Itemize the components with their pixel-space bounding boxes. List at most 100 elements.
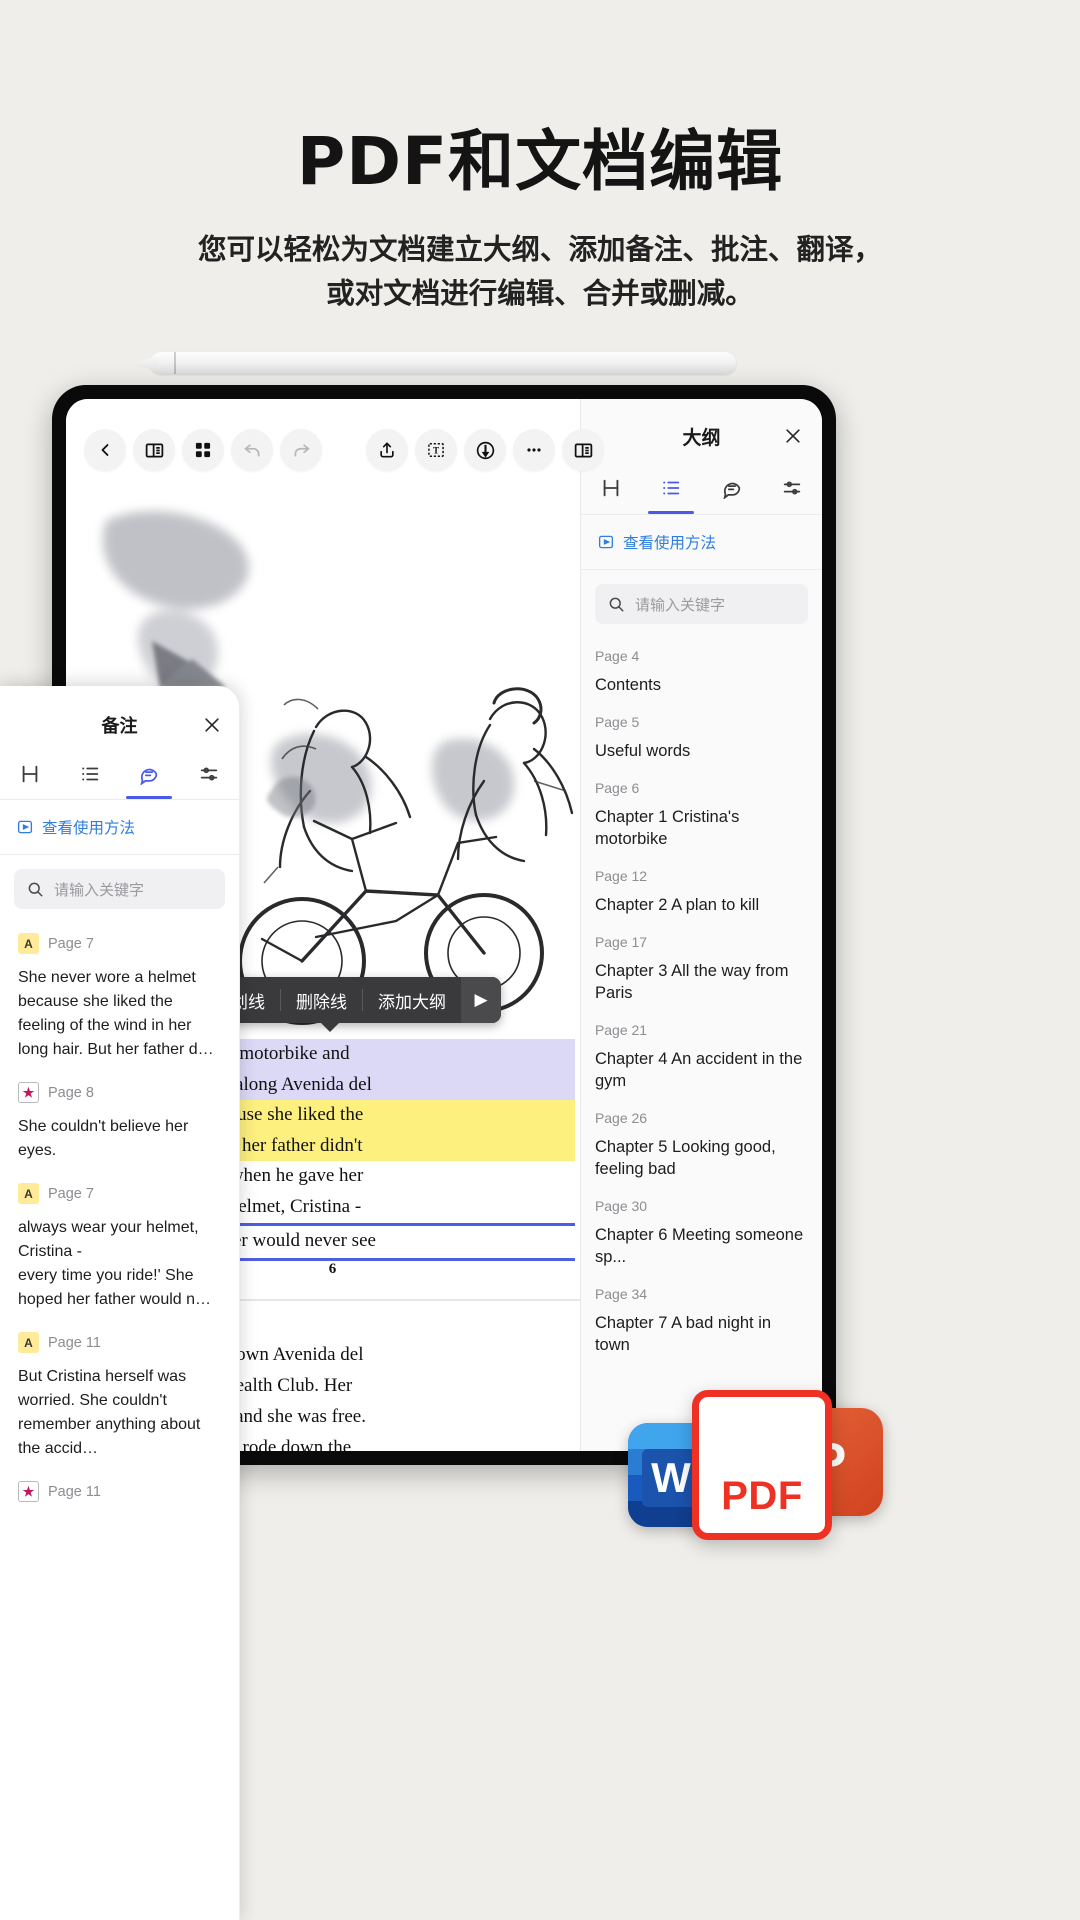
notes-search-placeholder: 请输入关键字 (54, 879, 144, 900)
list-item[interactable]: A Page 11 But Cristina herself was worri… (18, 1318, 221, 1467)
outline-item-page: Page 4 (595, 648, 808, 664)
undo-icon[interactable] (231, 429, 273, 471)
subtitle-line-1: 您可以轻松为文档建立大纲、添加备注、批注、翻译， (0, 228, 1080, 272)
list-item[interactable]: Page 34 Chapter 7 A bad night in town (595, 1274, 808, 1362)
tab-settings[interactable] (762, 461, 822, 514)
stylus-pen (150, 352, 736, 374)
outline-item-page: Page 30 (595, 1198, 808, 1214)
pdf-file-icon: PDF (692, 1390, 832, 1540)
popup-more-arrow-icon[interactable]: ▶ (461, 977, 501, 1023)
outline-panel-title: 大纲 (682, 423, 720, 450)
outline-item-page: Page 17 (595, 934, 808, 950)
notes-panel-tabs (0, 748, 239, 800)
pen-annotate-icon[interactable] (464, 429, 506, 471)
note-page-label: Page 11 (48, 1484, 101, 1500)
note-text: She couldn't believe her eyes. (18, 1115, 221, 1163)
outline-howto-link[interactable]: 查看使用方法 (581, 515, 822, 570)
outline-item-title: Chapter 1 Cristina's motorbike (595, 806, 808, 850)
list-item[interactable]: Page 4 Contents (595, 636, 808, 702)
tab-settings[interactable] (179, 748, 239, 799)
list-item[interactable]: A Page 7 She never wore a helmet because… (18, 919, 221, 1068)
thumbnail-grid-icon[interactable] (182, 429, 224, 471)
text-box-icon[interactable]: T (415, 429, 457, 471)
note-header: ★ Page 8 (18, 1082, 221, 1103)
list-item[interactable]: Page 12 Chapter 2 A plan to kill (595, 856, 808, 922)
outline-panel-header: 大纲 (581, 399, 822, 461)
pdf-label: PDF (721, 1474, 803, 1519)
outline-item-title: Useful words (595, 740, 808, 762)
list-item[interactable]: Page 26 Chapter 5 Looking good, feeling … (595, 1098, 808, 1186)
share-upload-icon[interactable] (366, 429, 408, 471)
outline-panel: 大纲 查看使用方 (580, 399, 822, 1451)
outline-search-input[interactable]: 请输入关键字 (595, 584, 808, 624)
outline-search-placeholder: 请输入关键字 (635, 594, 725, 615)
outline-item-page: Page 6 (595, 780, 808, 796)
outline-item-title: Contents (595, 674, 808, 696)
play-video-icon (597, 533, 615, 551)
note-page-label: Page 11 (48, 1335, 101, 1351)
notes-howto-link[interactable]: 查看使用方法 (0, 800, 239, 855)
tab-outline-list[interactable] (641, 461, 701, 514)
tab-comments[interactable] (120, 748, 180, 799)
tab-page-fit[interactable] (0, 748, 60, 799)
list-item[interactable]: Page 30 Chapter 6 Meeting someone sp... (595, 1186, 808, 1274)
note-text: But Cristina herself was worried. She co… (18, 1365, 221, 1461)
outline-item-title: Chapter 3 All the way from Paris (595, 960, 808, 1004)
more-dots-icon[interactable] (513, 429, 555, 471)
page-title: PDF和文档编辑 (0, 108, 1080, 204)
redo-icon[interactable] (280, 429, 322, 471)
back-chevron-icon[interactable] (84, 429, 126, 471)
popup-pointer (320, 1022, 340, 1032)
note-page-label: Page 7 (48, 936, 94, 952)
outline-item-title: Chapter 4 An accident in the gym (595, 1048, 808, 1092)
note-badge-highlight: A (18, 1332, 39, 1353)
popup-item-strikethrough[interactable]: 删除线 (281, 988, 362, 1013)
outline-item-title: Chapter 5 Looking good, feeling bad (595, 1136, 808, 1180)
outline-panel-tabs (581, 461, 822, 515)
note-header: A Page 7 (18, 933, 221, 954)
outline-item-title: Chapter 6 Meeting someone sp... (595, 1224, 808, 1268)
note-header: A Page 7 (18, 1183, 221, 1204)
note-text: She never wore a helmet because she like… (18, 966, 221, 1062)
list-item[interactable]: Page 6 Chapter 1 Cristina's motorbike (595, 768, 808, 856)
outline-howto-label: 查看使用方法 (623, 531, 716, 553)
note-page-label: Page 8 (48, 1085, 94, 1101)
close-icon[interactable] (201, 714, 223, 736)
text-selection-popup[interactable]: 划线 删除线 添加大纲 ▶ (216, 977, 501, 1023)
notes-list: A Page 7 She never wore a helmet because… (0, 915, 239, 1520)
popup-item-add-outline[interactable]: 添加大纲 (363, 988, 461, 1013)
note-badge-star: ★ (18, 1082, 39, 1103)
list-item[interactable]: ★ Page 8 She couldn't believe her eyes. (18, 1068, 221, 1169)
list-item[interactable]: Page 21 Chapter 4 An accident in the gym (595, 1010, 808, 1098)
outline-item-page: Page 5 (595, 714, 808, 730)
note-badge-star: ★ (18, 1481, 39, 1502)
list-item[interactable]: A Page 7 always wear your helmet, Cristi… (18, 1169, 221, 1318)
list-item[interactable]: Page 17 Chapter 3 All the way from Paris (595, 922, 808, 1010)
note-header: A Page 11 (18, 1332, 221, 1353)
close-icon[interactable] (782, 425, 804, 447)
notes-search-input[interactable]: 请输入关键字 (14, 869, 225, 909)
tab-comments[interactable] (701, 461, 761, 514)
notes-panel: 备注 查看使用方法 请输入关键字 A Page 7 Sh (0, 686, 240, 1920)
notes-panel-header: 备注 (0, 686, 239, 748)
notes-howto-label: 查看使用方法 (42, 816, 135, 838)
list-item[interactable]: ★ Page 11 (18, 1467, 221, 1520)
svg-text:T: T (433, 446, 439, 456)
note-badge-highlight: A (18, 1183, 39, 1204)
page-subtitle: 您可以轻松为文档建立大纲、添加备注、批注、翻译， 或对文档进行编辑、合并或删减。 (0, 228, 1080, 316)
note-badge-highlight: A (18, 933, 39, 954)
note-text: always wear your helmet, Cristina - ever… (18, 1216, 221, 1312)
reader-toolbar: T (66, 419, 599, 481)
list-item[interactable]: Page 5 Useful words (595, 702, 808, 768)
page-layout-icon[interactable] (133, 429, 175, 471)
sidebar-toggle-icon[interactable] (562, 429, 604, 471)
outline-item-page: Page 12 (595, 868, 808, 884)
subtitle-line-2: 或对文档进行编辑、合并或删减。 (0, 272, 1080, 316)
search-icon (607, 595, 625, 613)
outline-item-page: Page 34 (595, 1286, 808, 1302)
note-page-label: Page 7 (48, 1186, 94, 1202)
outline-item-page: Page 26 (595, 1110, 808, 1126)
tab-outline-list[interactable] (60, 748, 120, 799)
search-icon (26, 880, 44, 898)
notes-panel-title: 备注 (102, 712, 138, 738)
